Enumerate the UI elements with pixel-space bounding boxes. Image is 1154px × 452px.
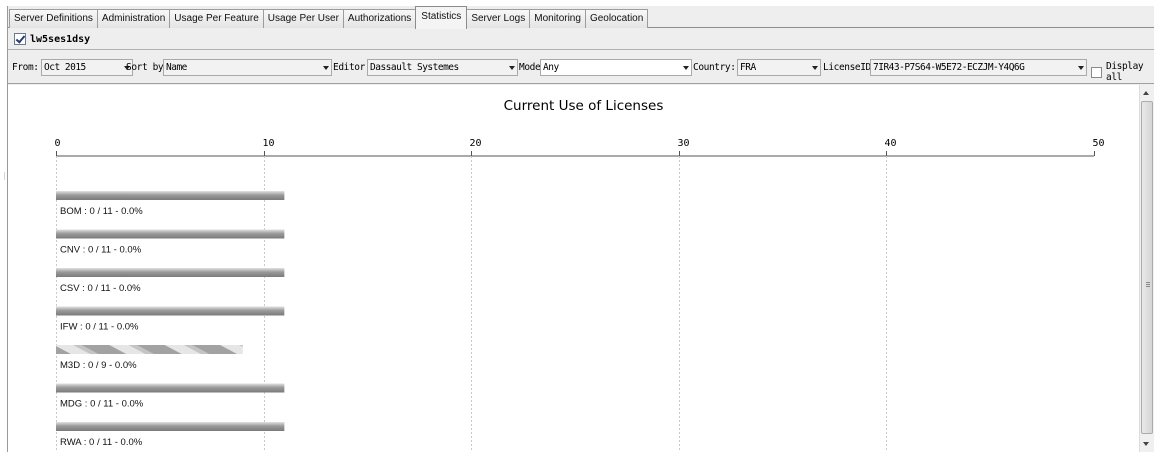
server-checkbox[interactable] [14, 33, 26, 45]
license-usage-chart: 0 10 20 30 40 50 BOM : 0 / 11 - 0.0% CNV : 0 /… [55, 138, 1105, 452]
sortby-value: Name [166, 62, 187, 73]
filter-bar: From: Oct 2015 Sort by: Name Editor: Das… [8, 51, 1154, 84]
tab-server-definitions[interactable]: Server Definitions [9, 9, 98, 28]
bar-label-mdg: MDG : 0 / 11 - 0.0% [60, 399, 144, 410]
bar-label-rwa: RWA : 0 / 11 - 0.0% [60, 437, 143, 448]
display-all-toggle[interactable]: Display all [1091, 61, 1154, 83]
bar-cnv [56, 229, 285, 239]
from-select[interactable]: Oct 2015 [41, 59, 133, 76]
bar-label-cnv: CNV : 0 / 11 - 0.0% [60, 245, 142, 256]
licenseid-label: LicenseID: [823, 62, 877, 73]
tab-monitoring[interactable]: Monitoring [529, 9, 586, 28]
vertical-scrollbar[interactable] [1139, 85, 1154, 452]
bar-mdg [56, 383, 285, 393]
chart-area: Current Use of Licenses 0 10 20 30 40 50 BOM … [8, 85, 1139, 452]
licenseid-select[interactable]: 7IR43-P7S64-W5E72-ECZJM-Y4Q6G [870, 59, 1087, 76]
x-tick-label: 10 [263, 138, 275, 149]
chevron-down-icon [509, 66, 515, 70]
x-tick-label: 0 [55, 138, 61, 149]
grip-icon [1146, 282, 1150, 287]
tab-administration[interactable]: Administration [96, 9, 171, 28]
tab-usage-per-feature[interactable]: Usage Per Feature [169, 9, 264, 28]
from-value: Oct 2015 [44, 62, 86, 73]
bar-m3d [56, 345, 243, 354]
edge-mark [4, 172, 5, 180]
bar-bom [56, 191, 285, 200]
statistics-panel: Server Definitions Administration Usage Pe… [7, 6, 1154, 452]
editor-select[interactable]: Dassault Systemes [367, 59, 518, 76]
chevron-down-icon [323, 66, 329, 70]
display-all-label: Display all [1106, 61, 1144, 83]
tab-geolocation[interactable]: Geolocation [584, 9, 649, 28]
server-name: lw5ses1dsy [30, 33, 91, 45]
bar-ifw [56, 306, 285, 316]
bar-label-bom: BOM : 0 / 11 - 0.0% [60, 206, 143, 217]
licenseid-value: 7IR43-P7S64-W5E72-ECZJM-Y4Q6G [873, 62, 1025, 73]
chevron-down-icon [1078, 66, 1084, 70]
scroll-thumb[interactable] [1141, 101, 1153, 434]
scroll-up-icon[interactable] [1143, 91, 1149, 95]
sortby-select[interactable]: Name [163, 59, 332, 76]
tab-statistics[interactable]: Statistics [415, 6, 468, 29]
country-label: Country: [693, 62, 736, 73]
tab-authorizations[interactable]: Authorizations [342, 9, 417, 28]
tab-bar: Server Definitions Administration Usage Pe… [8, 6, 1154, 29]
display-all-checkbox[interactable] [1091, 66, 1102, 78]
bar-label-ifw: IFW : 0 / 11 - 0.0% [60, 322, 139, 333]
tabs: Server Definitions Administration Usage Pe… [9, 6, 649, 29]
tab-usage-per-user[interactable]: Usage Per User [262, 9, 344, 28]
chevron-down-icon [683, 66, 689, 70]
model-value: Any [543, 62, 559, 73]
server-row: lw5ses1dsy [8, 29, 1154, 50]
x-tick-label: 30 [678, 138, 690, 149]
x-tick-label: 50 [1093, 138, 1105, 149]
scroll-down-icon[interactable] [1143, 442, 1149, 446]
bar-rwa [56, 422, 285, 431]
model-select[interactable]: Any [540, 59, 692, 76]
editor-label: Editor: [333, 62, 371, 73]
bar-csv [56, 268, 285, 277]
country-value: FRA [740, 62, 756, 73]
x-tick-label: 20 [470, 138, 482, 149]
bar-label-m3d: M3D : 0 / 9 - 0.0% [60, 360, 137, 371]
bar-label-csv: CSV : 0 / 11 - 0.0% [60, 283, 141, 294]
editor-value: Dassault Systemes [370, 62, 459, 73]
chevron-down-icon [812, 66, 818, 70]
x-tick-label: 40 [885, 138, 897, 149]
window-left-edge [0, 0, 7, 452]
country-select[interactable]: FRA [737, 59, 821, 76]
from-label: From: [12, 62, 39, 73]
tab-server-logs[interactable]: Server Logs [466, 9, 531, 28]
